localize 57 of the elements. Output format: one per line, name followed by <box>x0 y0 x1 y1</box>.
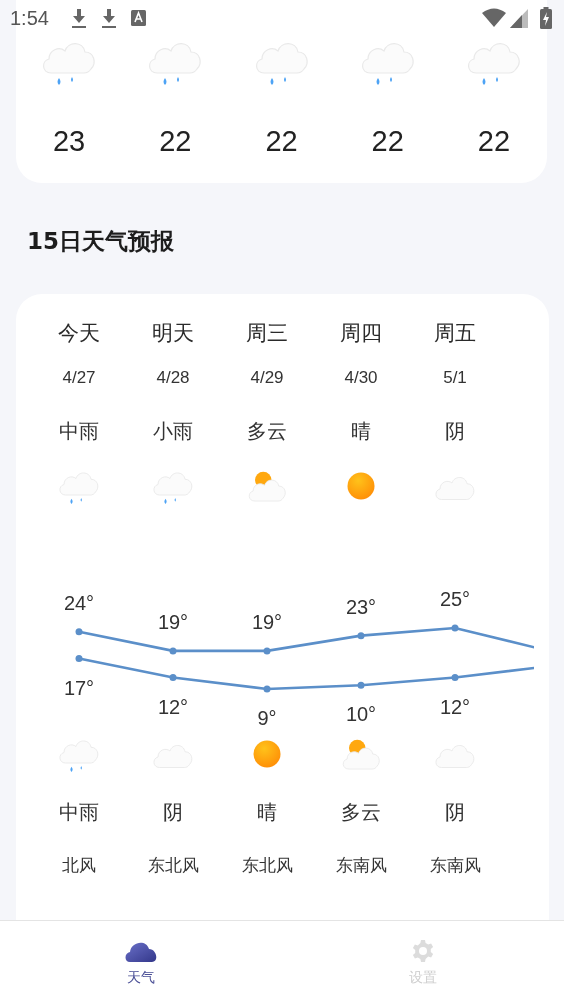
hourly-temperature: 22 <box>371 124 404 158</box>
day-label: 周三 <box>246 320 288 347</box>
hourly-temperature: 23 <box>52 124 86 158</box>
night-weather: 多云 <box>341 799 381 826</box>
point <box>75 655 83 662</box>
high-temperature: 25° <box>438 587 472 611</box>
low-temperature: 9° <box>256 706 278 730</box>
day-weather: 晴 <box>351 418 371 445</box>
high-temperature: 23° <box>344 594 378 619</box>
point <box>169 647 177 655</box>
date-label: 4/27 <box>62 367 96 389</box>
day-weather: 多云 <box>247 418 287 445</box>
wind-direction: 东北风 <box>147 854 199 877</box>
low-temperature: 12° <box>438 694 472 719</box>
date-label: 5/1 <box>443 367 467 389</box>
day-weather: 阴 <box>445 418 465 445</box>
download-icon <box>70 8 87 28</box>
point <box>357 681 365 689</box>
settings-icon <box>411 939 435 963</box>
night-weather: 阴 <box>163 799 183 826</box>
high-temperature: 19° <box>156 609 190 634</box>
date-label: 4/30 <box>344 367 378 389</box>
point <box>75 628 83 636</box>
status-time: 1:54 <box>10 6 49 30</box>
hourly-temperature: 22 <box>159 124 192 158</box>
wind-direction: 北风 <box>62 854 96 877</box>
point <box>451 674 459 682</box>
download-icon <box>100 8 117 28</box>
hourly-temperature: 22 <box>477 124 511 158</box>
night-weather: 中雨 <box>59 799 99 826</box>
day-label: 明天 <box>152 320 194 347</box>
point <box>357 632 365 640</box>
wifi-icon <box>482 8 506 28</box>
high-temperature: 19° <box>250 609 284 634</box>
date-label: 4/29 <box>250 367 284 389</box>
wind-direction: 东南风 <box>429 854 481 877</box>
wind-direction: 东南风 <box>335 854 387 877</box>
nav-tab[interactable]: 天气 <box>0 921 282 1004</box>
wind-direction: 东北风 <box>241 854 293 877</box>
low-temperature: 12° <box>156 694 190 719</box>
low-temperature: 10° <box>344 702 378 727</box>
point <box>263 685 271 693</box>
night-weather: 阴 <box>445 799 465 826</box>
high-temperature: 24° <box>62 590 96 615</box>
day-label: 周五 <box>434 320 476 347</box>
low-temperature: 17° <box>62 675 96 700</box>
section-title: 15日天气预报 <box>27 228 175 254</box>
hourly-temperature: 22 <box>265 124 298 158</box>
day-weather: 小雨 <box>153 418 193 445</box>
day-label: 周四 <box>340 320 382 347</box>
point <box>263 647 271 655</box>
point <box>451 624 459 632</box>
date-label: 4/28 <box>156 367 190 389</box>
point <box>169 674 177 682</box>
night-weather: 晴 <box>257 799 277 826</box>
day-weather: 中雨 <box>59 418 99 445</box>
day-label: 今天 <box>58 320 100 347</box>
